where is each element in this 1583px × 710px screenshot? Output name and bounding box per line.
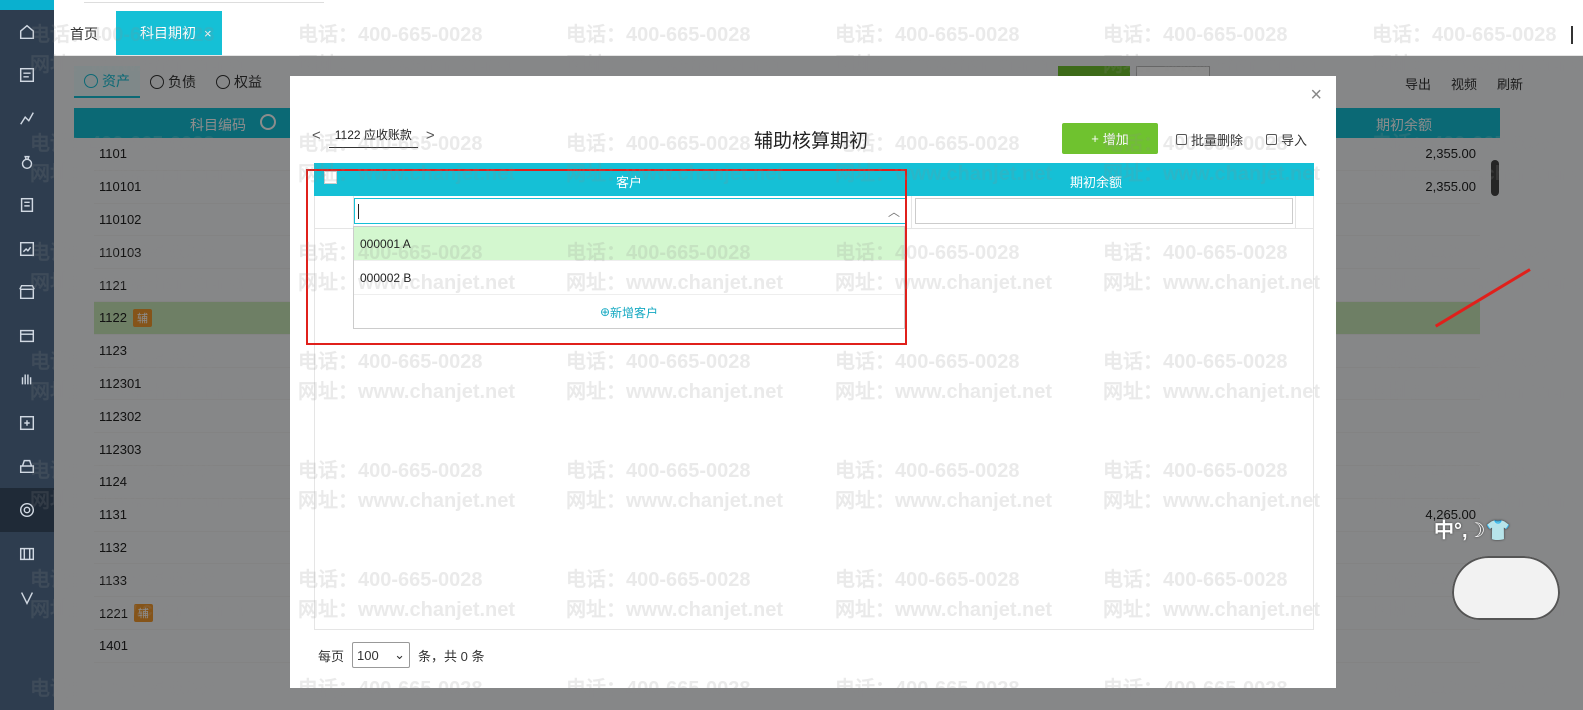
cell-divider xyxy=(911,196,912,229)
chevron-down-icon: ⌄ xyxy=(394,647,406,662)
money-bag-icon[interactable] xyxy=(0,140,54,184)
auxiliary-opening-dialog: × < 1122 应收账款 > 辅助核算期初 + 增加 批量删除 导入 客户 期… xyxy=(290,76,1336,688)
window-edge xyxy=(1571,26,1583,44)
tab-home[interactable]: 首页 xyxy=(70,24,98,44)
store-icon[interactable] xyxy=(0,270,54,314)
top-input-edge xyxy=(84,0,324,3)
mascot-cloud-image xyxy=(1452,556,1560,620)
left-sidebar xyxy=(0,0,54,710)
per-page-label: 每页 xyxy=(318,648,345,664)
hand-icon[interactable] xyxy=(0,357,54,401)
batch-delete-button[interactable]: 批量删除 xyxy=(1176,130,1243,149)
batch-delete-icon xyxy=(1176,134,1187,145)
total-count: 条，共 0 条 xyxy=(418,648,485,664)
chart-icon[interactable] xyxy=(0,96,54,140)
app-logo xyxy=(0,0,54,10)
plus-icon: + xyxy=(1091,131,1099,146)
tab-label: 科目期初 xyxy=(140,25,196,41)
report-icon[interactable] xyxy=(0,227,54,271)
voucher-icon[interactable] xyxy=(0,53,54,97)
close-icon[interactable]: × xyxy=(1310,84,1322,107)
book-icon[interactable] xyxy=(0,183,54,227)
cabinet-icon[interactable] xyxy=(0,444,54,488)
invoice-icon[interactable] xyxy=(0,314,54,358)
dialog-title: 辅助核算期初 xyxy=(754,131,869,152)
account-label: 1122 应收账款 xyxy=(328,122,418,148)
tab-account-opening[interactable]: 科目期初 × xyxy=(116,11,222,55)
pagination: 每页 100 ⌄ 条，共 0 条 xyxy=(318,642,484,668)
page-size-select[interactable]: 100 ⌄ xyxy=(352,642,411,668)
add-button[interactable]: + 增加 xyxy=(1062,123,1158,154)
next-account-icon[interactable]: > xyxy=(426,127,435,144)
film-icon[interactable] xyxy=(0,532,54,576)
cell-divider xyxy=(1295,196,1296,229)
home-icon[interactable] xyxy=(0,10,54,54)
annotation-highlight-box xyxy=(306,169,907,345)
ime-status-indicator: 中°,☽👕 xyxy=(1434,520,1511,542)
column-balance: 期初余额 xyxy=(1070,175,1123,190)
account-navigator: < 1122 应收账款 > xyxy=(312,122,435,148)
v-icon[interactable] xyxy=(0,576,54,620)
import-button[interactable]: 导入 xyxy=(1266,130,1307,149)
tab-bar: 首页 科目期初 × xyxy=(54,0,1583,56)
prev-account-icon[interactable]: < xyxy=(312,127,321,144)
import-icon xyxy=(1266,134,1277,145)
tax-icon[interactable] xyxy=(0,401,54,445)
balance-input[interactable] xyxy=(915,198,1293,224)
close-tab-icon[interactable]: × xyxy=(204,26,212,41)
settings-icon[interactable] xyxy=(0,488,54,532)
